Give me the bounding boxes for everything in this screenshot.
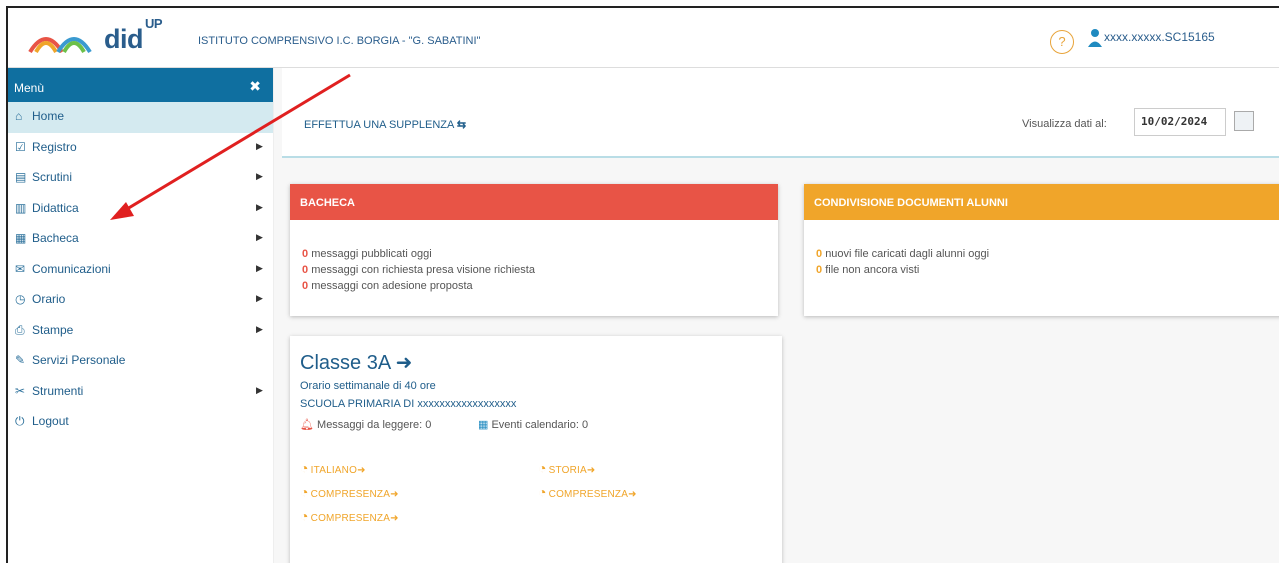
home-icon: ⌂ [15,109,23,123]
sidebar-item-comunicazioni[interactable]: ✉ Comunicazioni ▶ [8,255,273,286]
user-name[interactable]: xxxx.xxxxx.SC15165 [1104,30,1215,44]
app-window: didUP ISTITUTO COMPRENSIVO I.C. BORGIA -… [6,6,1279,563]
services-icon: ✎ [15,353,26,367]
condivisione-card: CONDIVISIONE DOCUMENTI ALUNNI 0 nuovi fi… [804,184,1279,316]
subject-icon: ◔ [538,460,547,476]
sidebar-item-label: Registro [32,139,77,154]
condivisione-line[interactable]: 0 nuovi file caricati dagli alunni oggi [804,248,1279,264]
chevron-right-icon: ▶ [256,232,263,242]
chevron-right-icon: ▶ [256,384,263,395]
sidebar-item-label: Comunicazioni [32,261,111,276]
megaphone-icon: ✉ [15,261,26,276]
calendar-icon[interactable] [1234,111,1254,131]
bacheca-line[interactable]: 0 messaggi pubblicati oggi [290,248,778,264]
user-icon[interactable] [1088,28,1102,48]
logout-icon: ⏻ [15,414,25,428]
enter-icon[interactable]: ➜ [396,352,413,374]
sidebar-item-home[interactable]: ⌂ Home [8,102,273,133]
subject-link[interactable]: ◔ STORIA➜ [538,460,596,476]
sidebar-item-scrutini[interactable]: ▤ Scrutini ▶ [8,163,273,194]
events-counter[interactable]: ▦ Eventi calendario: 0 [478,418,588,431]
chevron-right-icon: ▶ [256,201,263,212]
sidebar-item-servizi-personale[interactable]: ✎ Servizi Personale [8,346,273,377]
messages-counter[interactable]: 🔔︎ Messaggi da leggere: 0 [300,418,431,431]
bell-icon: 🔔︎ [300,419,314,431]
swap-icon[interactable]: ⇆ [457,119,466,131]
board-icon: ▦ [15,231,27,245]
chevron-right-icon: ▶ [256,293,263,303]
sidebar-item-logout[interactable]: ⏻ Logout [8,407,273,438]
top-bar: didUP ISTITUTO COMPRENSIVO I.C. BORGIA -… [8,8,1279,68]
condivisione-line[interactable]: 0 file non ancora visti [804,264,1279,280]
bacheca-card: BACHECA 0 messaggi pubblicati oggi 0 mes… [290,184,778,316]
sidebar-item-label: Stampe [32,322,74,337]
sidebar-item-bacheca[interactable]: ▦ Bacheca ▶ [8,224,273,255]
sidebar-item-orario[interactable]: ◷ Orario ▶ [8,285,273,316]
sidebar-item-label: Logout [32,414,69,428]
sidebar-item-registro[interactable]: ☑ Registro ▶ [8,133,273,164]
document-icon: ▤ [15,170,27,184]
date-input[interactable]: 10/02/2024 [1134,108,1226,136]
subject-link[interactable]: ◔ COMPRESENZA➜ [300,484,399,500]
sidebar-item-label: Orario [32,292,66,306]
sidebar-item-didattica[interactable]: ▥ Didattica ▶ [8,194,273,225]
classe-scuola: SCUOLA PRIMARIA DI xxxxxxxxxxxxxxxxxx [300,398,517,410]
chevron-right-icon: ▶ [256,262,263,273]
tools-icon: ✂ [15,383,26,398]
supplenza-link[interactable]: EFFETTUA UNA SUPPLENZA ⇆ [304,118,466,131]
chevron-right-icon: ▶ [256,323,263,334]
close-icon[interactable]: ✖ [249,78,261,95]
sidebar-item-label: Strumenti [32,383,84,398]
classe-title[interactable]: Classe 3A ➜ [300,350,412,375]
print-icon: ⎙ [15,322,25,337]
subject-link[interactable]: ◔ ITALIANO➜ [300,460,366,476]
sidebar-item-stampe[interactable]: ⎙ Stampe ▶ [8,316,273,347]
calendar-small-icon: ▦ [478,419,489,431]
subject-icon: ◔ [300,484,309,500]
school-name: ISTITUTO COMPRENSIVO I.C. BORGIA - "G. S… [198,35,481,47]
sidebar-item-label: Scrutini [32,170,73,184]
book-icon: ▥ [15,200,27,215]
subject-icon: ◔ [300,460,309,476]
sidebar-menu: Menù ✖ ⌂ Home ☑ Registro ▶ ▤ Scrutini ▶ ▥ Didatti… [8,68,274,563]
register-icon: ☑ [15,139,26,154]
bacheca-line[interactable]: 0 messaggi con richiesta presa visione r… [290,264,778,280]
sidebar-item-label: Bacheca [32,231,79,245]
chevron-right-icon: ▶ [256,140,263,151]
chevron-right-icon: ▶ [256,171,263,181]
clock-icon: ◷ [15,292,26,306]
classe-orario: Orario settimanale di 40 ore [300,380,436,392]
condivisione-title[interactable]: CONDIVISIONE DOCUMENTI ALUNNI [804,184,1279,220]
sidebar-item-label: Home [32,109,65,123]
classe-card: Classe 3A ➜ Orario settimanale di 40 ore… [290,336,782,563]
subject-link[interactable]: ◔ COMPRESENZA➜ [538,484,637,500]
menu-title: Menù [14,81,45,95]
subject-link[interactable]: ◔ COMPRESENZA➜ [300,508,399,524]
menu-header: Menù ✖ [8,68,273,102]
help-icon[interactable]: ? [1050,30,1074,54]
sidebar-item-strumenti[interactable]: ✂ Strumenti ▶ [8,377,273,408]
bacheca-line[interactable]: 0 messaggi con adesione proposta [290,280,778,296]
action-bar: EFFETTUA UNA SUPPLENZA ⇆ Visualizza dati… [282,68,1279,158]
bacheca-title[interactable]: BACHECA [290,184,778,220]
main-content: EFFETTUA UNA SUPPLENZA ⇆ Visualizza dati… [274,68,1279,563]
date-label: Visualizza dati al: [1022,118,1107,130]
sidebar-item-label: Didattica [32,200,79,215]
subject-icon: ◔ [300,508,309,524]
sidebar-item-label: Servizi Personale [32,353,126,367]
subject-icon: ◔ [538,484,547,500]
logo-rainbow-icon [28,37,92,54]
app-logo: didUP [104,16,163,54]
